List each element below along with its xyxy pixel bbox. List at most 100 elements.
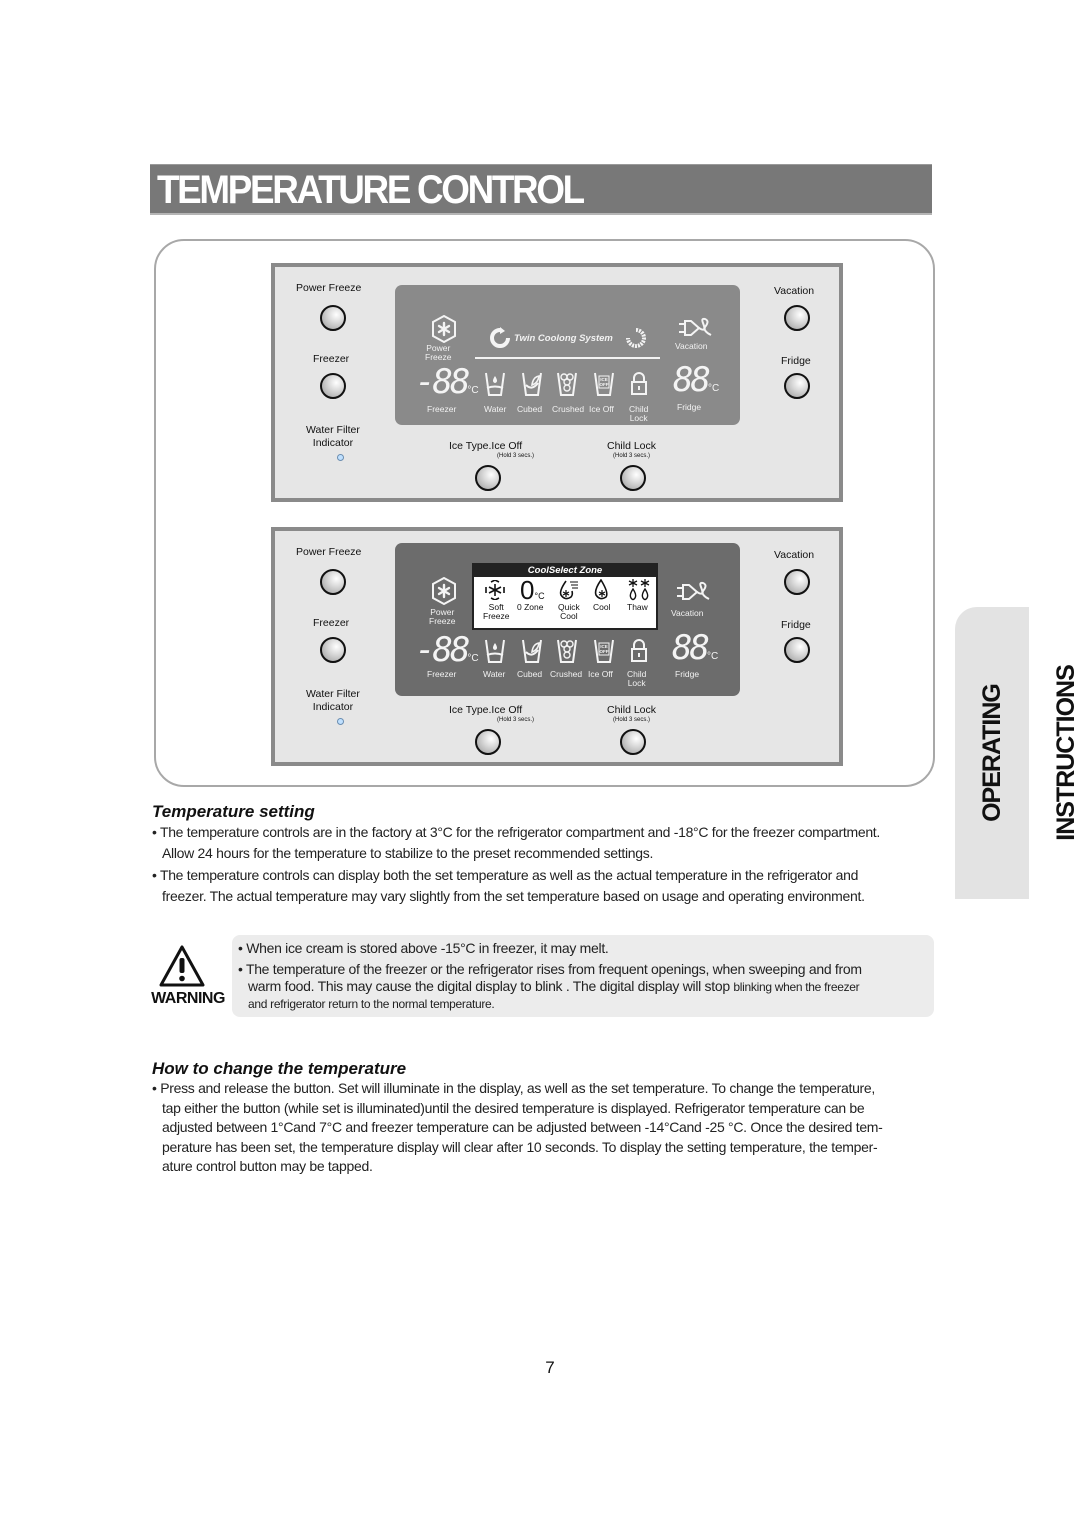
cubed-ice-icon xyxy=(522,372,542,396)
vacation-button[interactable] xyxy=(784,569,810,595)
fridge-temperature-display: 88°C xyxy=(673,363,719,406)
temperature-setting-heading: Temperature setting xyxy=(152,802,315,821)
how-to-change-paragraph: • Press and release the button. Set will… xyxy=(152,1079,883,1177)
water-filter-indicator-label: Water Filter Indicator xyxy=(306,424,360,450)
coolselect-zone-box: CoolSelect Zone Soft Freeze 0°C 0 Zone Q… xyxy=(472,563,658,630)
power-freeze-indicator-label: Power Freeze xyxy=(429,608,455,626)
water-filter-label-line1: Water Filter xyxy=(306,688,360,700)
power-freeze-label: Power Freeze xyxy=(296,546,362,558)
fridge-button[interactable] xyxy=(784,637,810,663)
cubed-label: Cubed xyxy=(517,669,543,679)
power-freeze-line2: Freeze xyxy=(425,352,452,362)
freezer-digits: -88 xyxy=(415,362,470,402)
child-lock-display-label: Child Lock xyxy=(629,405,648,423)
power-freeze-label: Power Freeze xyxy=(296,282,362,294)
warning-bullet-1: • When ice cream is stored above -15°C i… xyxy=(238,940,609,956)
fridge-unit: °C xyxy=(706,651,719,662)
freezer-unit: °C xyxy=(467,385,479,396)
twin-cooling-system-label: Twin Coolong System xyxy=(514,333,613,344)
soft-freeze-label: Soft Freeze xyxy=(483,603,509,621)
freezer-digits: -88 xyxy=(415,630,470,670)
control-panel-twin-cooling: Power Freeze Freezer Water Filter Indica… xyxy=(271,263,843,502)
child-lock-label: Child Lock xyxy=(607,704,657,716)
crushed-ice-icon xyxy=(557,372,577,396)
warning-bullet-2-line1: • The temperature of the freezer or the … xyxy=(238,961,862,977)
temperature-setting-bullet: • The temperature controls can display b… xyxy=(152,865,865,907)
freezer-label: Freezer xyxy=(313,617,350,629)
twin-cooling-dots-icon xyxy=(626,328,646,348)
quick-cool-icon xyxy=(559,580,578,600)
warning-line2-main: warm food. This may cause the digital di… xyxy=(248,978,734,994)
ice-type-button[interactable] xyxy=(475,465,501,491)
freezer-display-label: Freezer xyxy=(427,669,457,679)
freezer-button[interactable] xyxy=(320,637,346,663)
fridge-temperature-display: 88°C xyxy=(672,631,718,674)
water-filter-label-line2: Indicator xyxy=(312,437,354,449)
section-side-tab-label: OPERATING INSTRUCTIONS xyxy=(978,665,1080,841)
child-lock-button[interactable] xyxy=(620,465,646,491)
child-lock-display-label: Child Lock xyxy=(627,670,646,688)
child-lock-icon xyxy=(631,639,647,662)
cool-icon xyxy=(594,579,608,600)
water-filter-indicator-label: Water Filter Indicator xyxy=(306,688,360,714)
bullet-line: Allow 24 hours for the temperature to st… xyxy=(162,845,654,861)
ice-off-label: Ice Off xyxy=(588,669,613,679)
water-label: Water xyxy=(483,669,506,679)
paragraph-line: • Press and release the button. Set will… xyxy=(152,1080,876,1096)
child-lock-button[interactable] xyxy=(620,729,646,755)
freezer-temperature-display: -88°C xyxy=(415,365,479,408)
twin-cooling-divider xyxy=(475,357,660,359)
bullet-line: freezer. The actual temperature may vary… xyxy=(162,888,865,904)
fridge-label: Fridge xyxy=(781,619,811,631)
temperature-setting-bullet: • The temperature controls are in the fa… xyxy=(152,822,880,864)
vacation-display-label: Vacation xyxy=(675,341,708,351)
vacation-plug-icon xyxy=(677,581,710,600)
paragraph-line: ature control button may be tapped. xyxy=(162,1158,373,1174)
water-filter-indicator-light xyxy=(337,718,344,725)
fridge-display-label: Fridge xyxy=(675,669,700,679)
paragraph-line: tap either the button (while set is illu… xyxy=(162,1099,865,1116)
page-title-bar: TEMPERATURE CONTROL xyxy=(150,164,932,215)
power-freeze-icon xyxy=(432,577,456,605)
ice-off-icon: ICE OFF xyxy=(594,372,614,396)
page-number: 7 xyxy=(545,1358,555,1377)
display-panel: Power Freeze CoolSelect Zone Soft Freeze… xyxy=(395,543,740,696)
vacation-display-label: Vacation xyxy=(671,608,704,618)
cubed-label: Cubed xyxy=(517,404,543,414)
freezer-button[interactable] xyxy=(320,373,346,399)
freezer-display-label: Freezer xyxy=(427,404,457,414)
quick-cool-label: Quick Cool xyxy=(558,603,580,621)
twin-cooling-arrow-icon xyxy=(490,327,510,348)
ice-off-icon: ICE OFF xyxy=(594,639,614,663)
warning-triangle-icon xyxy=(159,945,205,987)
water-filter-label-line2: Indicator xyxy=(312,701,354,713)
water-icon xyxy=(485,639,505,663)
warning-box: • When ice cream is stored above -15°C i… xyxy=(232,935,934,1017)
fridge-digits: 88 xyxy=(672,628,710,668)
ice-type-label: Ice Type.Ice Off xyxy=(449,440,523,452)
fridge-button[interactable] xyxy=(784,373,810,399)
child-lock-hold-note: (Hold 3 secs.) xyxy=(613,717,651,723)
freezer-unit: °C xyxy=(467,653,479,664)
thaw-icon xyxy=(628,579,650,601)
ice-type-hold-note: (Hold 3 secs.) xyxy=(497,717,535,723)
vacation-label: Vacation xyxy=(774,285,815,297)
warning-label: WARNING xyxy=(151,990,225,1007)
ice-off-glyph-off: OFF xyxy=(600,382,609,387)
page-title: TEMPERATURE CONTROL xyxy=(157,168,585,212)
cubed-ice-icon xyxy=(522,639,542,663)
display-panel: Power Freeze Twin Coolong System -88°C F… xyxy=(395,285,740,425)
power-freeze-indicator-label: Power Freeze xyxy=(425,344,451,362)
power-freeze-button[interactable] xyxy=(320,569,346,595)
vacation-button[interactable] xyxy=(784,305,810,331)
soft-freeze-line2: Freeze xyxy=(483,611,510,621)
power-freeze-button[interactable] xyxy=(320,305,346,331)
warning-bullet-2-line3: and refrigerator return to the normal te… xyxy=(248,997,495,1011)
cool-label: Cool xyxy=(593,602,611,612)
water-filter-label-line1: Water Filter xyxy=(306,424,360,436)
ice-type-button[interactable] xyxy=(475,729,501,755)
section-side-tab: OPERATING INSTRUCTIONS xyxy=(955,607,1080,899)
paragraph-line: adjusted between 1°Cand 7°C and freezer … xyxy=(162,1119,883,1135)
bullet-line: • The temperature controls are in the fa… xyxy=(152,824,880,840)
bullet-line: • The temperature controls can display b… xyxy=(152,867,859,883)
